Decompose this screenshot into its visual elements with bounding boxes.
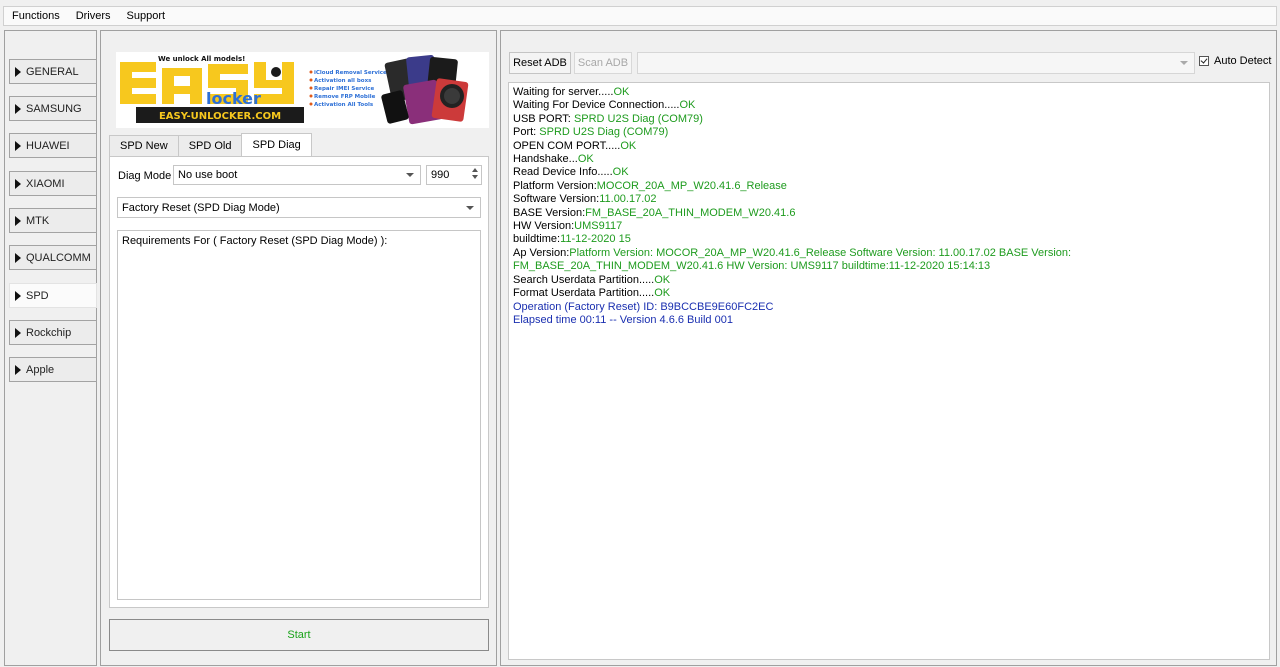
brand-label: QUALCOMM	[26, 251, 91, 264]
triangle-right-icon	[15, 178, 21, 189]
brand-label: Rockchip	[26, 326, 72, 339]
brand-button-qualcomm[interactable]: QUALCOMM	[9, 245, 97, 270]
log-line: Format Userdata Partition.....OK	[513, 287, 671, 300]
triangle-right-icon	[15, 364, 21, 375]
triangle-right-icon	[15, 327, 21, 338]
banner-website: EASY-UNLOCKER.COM	[159, 111, 281, 122]
brand-button-huawei[interactable]: HUAWEI	[9, 133, 97, 158]
log-line: Port: SPRD U2S Diag (COM79)	[513, 126, 669, 139]
auto-detect-checkbox[interactable]: Auto Detect	[1199, 55, 1271, 67]
log-line: Read Device Info.....OK	[513, 166, 629, 179]
brand-label: SAMSUNG	[26, 102, 82, 115]
log-line: Ap Version:Platform Version: MOCOR_20A_M…	[513, 246, 1072, 273]
brand-button-xiaomi[interactable]: XIAOMI	[9, 171, 97, 196]
menu-functions[interactable]: Functions	[4, 7, 68, 25]
brand-label: XIAOMI	[26, 177, 65, 190]
svg-text:Activation all boxs: Activation all boxs	[314, 78, 372, 84]
brand-label: Apple	[26, 363, 55, 376]
menu-bar: Functions Drivers Support	[3, 6, 1277, 26]
tab-spd-diag[interactable]: SPD Diag	[241, 133, 312, 156]
chevron-down-icon	[406, 173, 414, 177]
brand-button-general[interactable]: GENERAL	[9, 59, 97, 84]
log-line: BASE Version:FM_BASE_20A_THIN_MODEM_W20.…	[513, 206, 796, 219]
svg-text:Activation All Tools: Activation All Tools	[314, 102, 374, 108]
log-output: Waiting for server.....OK Waiting For Dev…	[508, 82, 1270, 660]
brand-label: HUAWEI	[26, 139, 70, 152]
brand-panel: GENERAL SAMSUNG HUAWEI XIAOMI MTK QUALCOMM SPD…	[4, 30, 97, 666]
triangle-right-icon	[15, 215, 21, 226]
easy-unlocker-banner: We unlock All models! locker EASY-UNLOCK…	[116, 52, 489, 128]
svg-text:iCloud Removal Service: iCloud Removal Service	[314, 70, 387, 76]
log-line: HW Version:UMS9117	[513, 220, 623, 233]
spd-tabs: SPD New SPD Old SPD Diag	[109, 133, 312, 157]
log-line: Platform Version:MOCOR_20A_MP_W20.41.6_R…	[513, 179, 787, 192]
brand-button-samsung[interactable]: SAMSUNG	[9, 96, 97, 121]
tab-spd-old[interactable]: SPD Old	[177, 135, 243, 156]
triangle-right-icon	[15, 66, 21, 77]
checkbox-checked-icon[interactable]	[1199, 56, 1209, 66]
scan-adb-button[interactable]: Scan ADB	[574, 52, 632, 74]
brand-button-mtk[interactable]: MTK	[9, 208, 97, 233]
requirements-text: Requirements For ( Factory Reset (SPD Di…	[122, 235, 388, 247]
triangle-right-icon	[15, 290, 21, 301]
log-line: Waiting for server.....OK	[513, 86, 630, 98]
log-line: Elapsed time 00:11 -- Version 4.6.6 Buil…	[513, 313, 733, 326]
banner-slogan: We unlock All models!	[158, 55, 245, 63]
brand-label: MTK	[26, 214, 50, 227]
function-panel: We unlock All models! locker EASY-UNLOCK…	[100, 30, 497, 666]
svg-text:locker: locker	[206, 89, 261, 108]
log-line: OPEN COM PORT.....OK	[513, 139, 637, 152]
svg-text:Remove FRP Mobile: Remove FRP Mobile	[314, 94, 376, 100]
adb-device-select[interactable]	[637, 52, 1195, 74]
log-line: USB PORT: SPRD U2S Diag (COM79)	[513, 112, 703, 125]
spd-diag-page: Diag Mode No use boot 990 Factory Reset …	[109, 156, 489, 608]
operation-select[interactable]: Factory Reset (SPD Diag Mode)	[117, 197, 481, 218]
log-line: Search Userdata Partition.....OK	[513, 273, 671, 286]
brand-label: GENERAL	[26, 65, 79, 78]
log-line: buildtime:11-12-2020 15	[513, 233, 631, 246]
triangle-right-icon	[15, 252, 21, 263]
brand-button-spd[interactable]: SPD	[9, 283, 97, 308]
diag-mode-select[interactable]: No use boot	[173, 165, 421, 185]
brand-button-apple[interactable]: Apple	[9, 357, 97, 382]
start-button[interactable]: Start	[109, 619, 489, 651]
reset-adb-button[interactable]: Reset ADB	[509, 52, 571, 74]
diag-mode-label: Diag Mode	[118, 170, 172, 182]
port-spinner[interactable]: 990	[426, 165, 482, 185]
log-line: Handshake...OK	[513, 153, 594, 166]
brand-button-rockchip[interactable]: Rockchip	[9, 320, 97, 345]
requirements-box: Requirements For ( Factory Reset (SPD Di…	[117, 230, 481, 600]
log-panel: Reset ADB Scan ADB Auto Detect Waiting f…	[500, 30, 1277, 666]
log-line: Operation (Factory Reset) ID: B9BCCBE9E6…	[513, 300, 774, 313]
spinner-arrows-icon[interactable]	[472, 168, 478, 179]
auto-detect-label: Auto Detect	[1214, 55, 1272, 67]
brand-label: SPD	[26, 289, 49, 302]
log-line: Software Version:11.00.17.02	[513, 193, 657, 206]
chevron-down-icon	[466, 205, 474, 210]
log-line: Waiting For Device Connection.....OK	[513, 99, 696, 112]
menu-drivers[interactable]: Drivers	[68, 7, 119, 25]
menu-support[interactable]: Support	[119, 7, 174, 25]
product-collage	[381, 54, 469, 125]
triangle-right-icon	[15, 140, 21, 151]
tab-spd-new[interactable]: SPD New	[109, 135, 179, 156]
triangle-right-icon	[15, 103, 21, 114]
chevron-down-icon	[1180, 61, 1188, 65]
svg-text:Repair IMEI Service: Repair IMEI Service	[314, 86, 374, 92]
